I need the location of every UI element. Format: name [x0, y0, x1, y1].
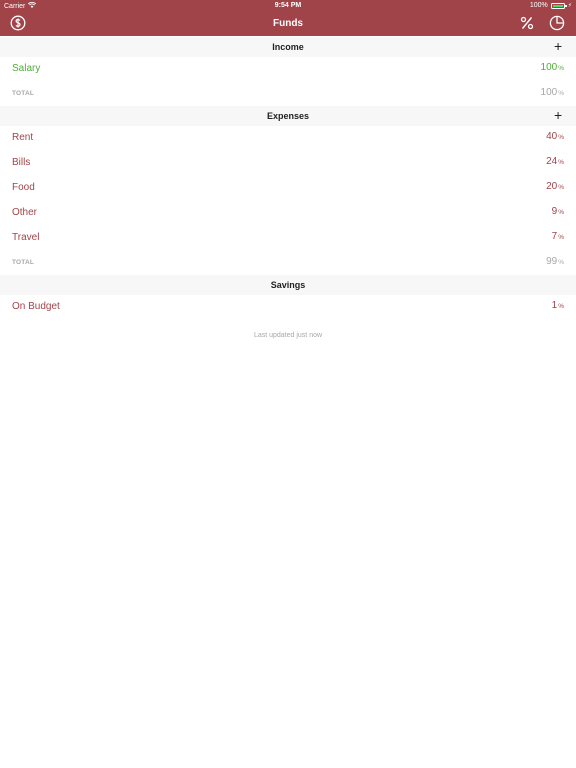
expense-row-food[interactable]: Food 20 %: [0, 176, 576, 200]
savings-item-value: 1: [551, 300, 558, 311]
expense-item-name: Other: [12, 207, 38, 218]
expense-item-value-wrap: 20 %: [546, 181, 564, 192]
battery-icon: [550, 2, 567, 9]
percent-icon[interactable]: [519, 15, 535, 31]
income-section-header: Income +: [0, 37, 576, 57]
expenses-section-header: Expenses +: [0, 106, 576, 126]
income-item-value: 100: [540, 62, 558, 73]
savings-item-unit: %: [558, 303, 564, 310]
savings-item-name: On Budget: [12, 301, 60, 312]
savings-section-header: Savings: [0, 275, 576, 295]
expenses-total-value-wrap: 99 %: [546, 256, 564, 267]
battery-info: 100% ⚡: [530, 2, 572, 9]
expense-item-name: Food: [12, 182, 35, 193]
add-income-button[interactable]: +: [554, 39, 566, 53]
expense-row-travel[interactable]: Travel 7 %: [0, 226, 576, 250]
income-total-value: 100: [540, 87, 558, 98]
income-total-unit: %: [558, 90, 564, 97]
pie-chart-icon[interactable]: [549, 15, 565, 31]
expense-item-value: 24: [546, 156, 558, 167]
income-item-unit: %: [558, 65, 564, 72]
expense-row-rent[interactable]: Rent 40 %: [0, 126, 576, 150]
expense-item-value-wrap: 9 %: [552, 206, 564, 217]
expense-item-value: 40: [546, 131, 558, 142]
expense-item-name: Bills: [12, 157, 31, 168]
expense-item-value-wrap: 40 %: [546, 131, 564, 142]
income-total-label: TOTAL: [12, 90, 35, 97]
expenses-section-title: Expenses: [266, 111, 310, 121]
charging-icon: ⚡: [567, 3, 572, 9]
expense-item-name: Rent: [12, 132, 34, 143]
income-row-salary[interactable]: Salary 100 %: [0, 57, 576, 81]
income-item-value-wrap: 100 %: [541, 62, 564, 73]
expense-item-unit: %: [558, 234, 564, 241]
expense-row-other[interactable]: Other 9 %: [0, 201, 576, 225]
income-section-title: Income: [272, 42, 304, 52]
battery-percent: 100%: [529, 2, 548, 9]
income-item-name: Salary: [12, 63, 41, 74]
expense-item-value-wrap: 7 %: [552, 231, 564, 242]
expense-item-name: Travel: [12, 232, 40, 243]
status-time: 9:54 PM: [274, 2, 302, 9]
expense-item-value: 20: [546, 181, 558, 192]
expense-item-unit: %: [558, 184, 564, 191]
add-expense-button[interactable]: +: [554, 108, 566, 122]
expense-item-value-wrap: 24 %: [546, 156, 564, 167]
savings-row-on-budget[interactable]: On Budget 1 %: [0, 295, 576, 319]
savings-section-title: Savings: [270, 280, 306, 290]
expense-item-value: 7: [551, 231, 558, 242]
expenses-total-unit: %: [558, 259, 564, 266]
expense-row-bills[interactable]: Bills 24 %: [0, 151, 576, 175]
expense-item-unit: %: [558, 209, 564, 216]
income-total-value-wrap: 100 %: [541, 87, 564, 98]
expense-item-unit: %: [558, 159, 564, 166]
expense-item-unit: %: [558, 134, 564, 141]
top-bar: Carrier 9:54 PM 100% ⚡ Funds: [0, 0, 576, 36]
last-updated-text: Last updated just now: [253, 332, 323, 339]
page-title: Funds: [273, 18, 303, 29]
savings-item-value-wrap: 1 %: [552, 300, 564, 311]
expenses-total-value: 99: [546, 256, 558, 267]
expense-item-value: 9: [551, 206, 558, 217]
status-bar: Carrier 9:54 PM 100% ⚡: [0, 0, 576, 12]
expenses-total-label: TOTAL: [12, 259, 35, 266]
